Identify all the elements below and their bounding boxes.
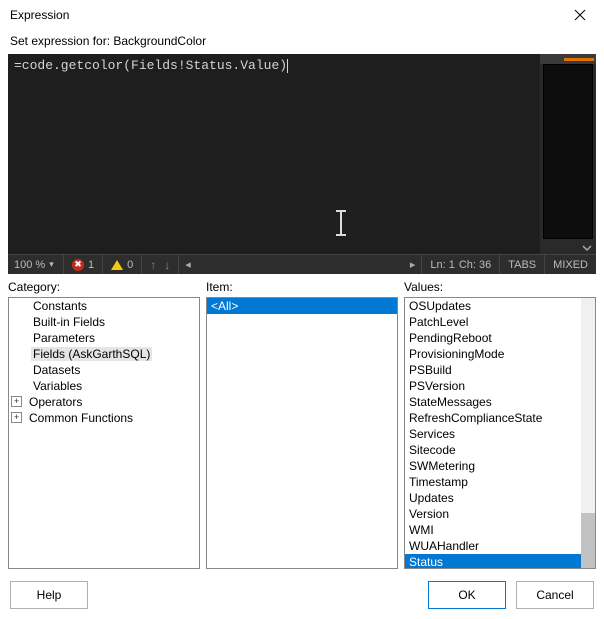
zoom-control[interactable]: 100 % ▾	[8, 255, 64, 274]
list-item[interactable]: SWMetering	[405, 458, 595, 474]
list-item[interactable]: StateMessages	[405, 394, 595, 410]
item-column: Item: <All>	[206, 280, 398, 569]
code-area[interactable]: =code.getcolor(Fields!Status.Value)	[8, 54, 540, 254]
col-label: Ch: 36	[459, 259, 491, 271]
list-item[interactable]: PatchLevel	[405, 314, 595, 330]
picker-columns: Category: Constants Built-in Fields Parame…	[0, 274, 604, 573]
tree-item-label: Fields (AskGarthSQL)	[31, 347, 152, 361]
tree-item[interactable]: + Common Functions	[9, 410, 199, 426]
warning-icon	[111, 260, 123, 270]
list-item[interactable]: RefreshComplianceState	[405, 410, 595, 426]
values-list[interactable]: OSDiskFreeSpaceOSUpdatesPatchLevelPendin…	[404, 297, 596, 569]
window-title: Expression	[10, 8, 69, 22]
list-item[interactable]: Sitecode	[405, 442, 595, 458]
list-item[interactable]: OSUpdates	[405, 298, 595, 314]
tabs-mode[interactable]: TABS	[500, 255, 545, 274]
horizontal-scrollbar[interactable]: ◂ ▸	[179, 255, 422, 274]
minimap-scroll-down[interactable]	[540, 242, 596, 254]
category-label: Category:	[8, 280, 200, 297]
edit-marker-icon	[564, 58, 594, 61]
error-icon: ✖	[72, 259, 84, 271]
tree-item-label: Common Functions	[27, 411, 135, 425]
tree-item-label: Operators	[27, 395, 84, 409]
tree-expander-icon[interactable]: +	[11, 412, 22, 423]
category-column: Category: Constants Built-in Fields Parame…	[8, 280, 200, 569]
tree-item[interactable]: + Operators	[9, 394, 199, 410]
tree-item-label: Variables	[31, 379, 84, 393]
values-label: Values:	[404, 280, 596, 297]
category-tree[interactable]: Constants Built-in Fields Parameters Fields…	[8, 297, 200, 569]
mixed-mode[interactable]: MIXED	[545, 255, 596, 274]
help-button[interactable]: Help	[10, 581, 88, 609]
arrow-down-icon[interactable]: ↓	[164, 258, 170, 272]
list-item[interactable]: ProvisioningMode	[405, 346, 595, 362]
tree-item[interactable]: Constants	[9, 298, 199, 314]
list-item[interactable]: Version	[405, 506, 595, 522]
scrollbar-thumb[interactable]	[581, 513, 595, 568]
expression-editor: =code.getcolor(Fields!Status.Value)	[8, 54, 596, 254]
warning-number: 0	[127, 259, 133, 271]
scroll-right-icon[interactable]: ▸	[410, 258, 416, 271]
text-cursor	[287, 59, 288, 73]
nav-arrows: ↑ ↓	[142, 255, 179, 274]
code-line: =code.getcolor(Fields!Status.Value)	[14, 58, 534, 73]
tree-item-label: Parameters	[31, 331, 97, 345]
close-button[interactable]	[562, 1, 598, 29]
scroll-left-icon[interactable]: ◂	[185, 258, 191, 271]
close-icon	[574, 9, 586, 21]
list-item[interactable]: PSVersion	[405, 378, 595, 394]
titlebar: Expression	[0, 0, 604, 30]
warning-count[interactable]: 0	[103, 255, 142, 274]
ok-button[interactable]: OK	[428, 581, 506, 609]
chevron-down-icon	[582, 243, 592, 253]
item-label: Item:	[206, 280, 398, 297]
tree-item[interactable]: Fields (AskGarthSQL)	[9, 346, 199, 362]
list-item[interactable]: WUAHandler	[405, 538, 595, 554]
line-label: Ln: 1	[430, 259, 454, 271]
list-item[interactable]: PSBuild	[405, 362, 595, 378]
tree-item[interactable]: Parameters	[9, 330, 199, 346]
list-item[interactable]: WMI	[405, 522, 595, 538]
list-item[interactable]: <All>	[207, 298, 397, 314]
list-item[interactable]: Status	[405, 554, 595, 569]
dialog-footer: Help OK Cancel	[0, 573, 604, 619]
values-scrollbar[interactable]	[581, 298, 595, 568]
item-list[interactable]: <All>	[206, 297, 398, 569]
list-item[interactable]: Timestamp	[405, 474, 595, 490]
cursor-position: Ln: 1 Ch: 36	[422, 255, 500, 274]
cancel-button[interactable]: Cancel	[516, 581, 594, 609]
arrow-up-icon[interactable]: ↑	[150, 258, 156, 272]
zoom-value: 100 %	[14, 259, 45, 271]
minimap	[540, 54, 596, 254]
list-item[interactable]: PendingReboot	[405, 330, 595, 346]
tree-item[interactable]: Variables	[9, 378, 199, 394]
dialog-subtitle: Set expression for: BackgroundColor	[0, 30, 604, 54]
tree-item-label: Constants	[31, 299, 89, 313]
tree-expander-icon[interactable]: +	[11, 396, 22, 407]
error-count[interactable]: ✖ 1	[64, 255, 103, 274]
tree-item[interactable]: Built-in Fields	[9, 314, 199, 330]
tree-item-label: Built-in Fields	[31, 315, 107, 329]
list-item[interactable]: Services	[405, 426, 595, 442]
error-number: 1	[88, 259, 94, 271]
tree-item[interactable]: Datasets	[9, 362, 199, 378]
ibeam-cursor-icon	[334, 209, 348, 237]
minimap-body[interactable]	[543, 64, 593, 239]
chevron-down-icon: ▾	[49, 259, 54, 270]
list-item[interactable]: Updates	[405, 490, 595, 506]
minimap-header	[540, 54, 596, 64]
values-column: Values: OSDiskFreeSpaceOSUpdatesPatchLev…	[404, 280, 596, 569]
tree-item-label: Datasets	[31, 363, 82, 377]
editor-statusbar: 100 % ▾ ✖ 1 0 ↑ ↓ ◂ ▸ Ln: 1 Ch: 36 TABS …	[8, 254, 596, 274]
